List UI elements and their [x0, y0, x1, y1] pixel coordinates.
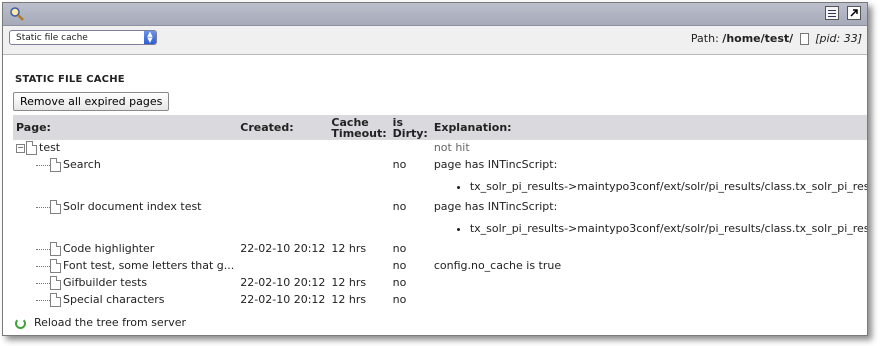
dirty-cell: no: [392, 242, 407, 255]
created-cell: 22-02-10 20:12: [240, 276, 326, 289]
module-frame: Static file cache ▲ ▼ Path: /home/test/ […: [2, 2, 868, 336]
page-title[interactable]: Special characters: [63, 293, 165, 306]
page-icon[interactable]: [26, 141, 37, 155]
list-view-icon[interactable]: [825, 6, 839, 20]
dirty-cell: no: [392, 200, 407, 213]
timeout-cell: [328, 157, 389, 199]
explanation-cell: [431, 292, 867, 309]
page-icon[interactable]: [50, 293, 61, 307]
page-title[interactable]: Solr document index test: [63, 200, 202, 213]
page-cell: Gifbuilder tests: [13, 275, 237, 292]
page-icon[interactable]: [50, 259, 61, 273]
explanation-bullet: tx_solr_pi_results->maintypo3conf/ext/so…: [470, 219, 867, 239]
cache-table: Page: Created: Cache Timeout: is Dirty: …: [13, 115, 867, 309]
page-title[interactable]: Font test, some letters that g...: [63, 259, 234, 272]
page-icon[interactable]: [50, 276, 61, 290]
page-cell: Code highlighter: [13, 241, 237, 258]
page-cell: Search: [13, 157, 237, 199]
col-page-header: Page:: [13, 115, 238, 140]
created-cell: [237, 140, 328, 157]
table-row: Search no page has INTincScript: tx_solr…: [13, 157, 867, 199]
timeout-cell: [328, 258, 389, 275]
tree-line: [36, 207, 50, 208]
timeout-cell: 12 hrs: [331, 293, 367, 306]
table-row: Special characters 22-02-10 20:12 12 hrs…: [13, 292, 867, 309]
col-timeout-header: Cache Timeout:: [328, 115, 390, 140]
explanation-cell: page has INTincScript: tx_solr_pi_result…: [431, 157, 867, 199]
reload-tree-label[interactable]: Reload the tree from server: [34, 316, 186, 329]
page-title[interactable]: Code highlighter: [63, 242, 154, 255]
page-cell: − test: [13, 140, 237, 157]
page-icon[interactable]: [50, 242, 61, 256]
tree-line: [36, 249, 50, 250]
created-cell: [237, 157, 328, 199]
dirty-cell: no: [392, 259, 407, 272]
doc-header: Static file cache ▲ ▼ Path: /home/test/ […: [3, 26, 867, 55]
page-title[interactable]: Search: [63, 158, 101, 171]
table-row: Code highlighter 22-02-10 20:12 12 hrs n…: [13, 241, 867, 258]
path-value: /home/test/: [722, 32, 794, 45]
created-cell: 22-02-10 20:12: [240, 242, 326, 255]
collapse-icon[interactable]: −: [16, 144, 25, 153]
dirty-cell: [390, 140, 431, 157]
explanation-cell: [431, 275, 867, 292]
section-title: STATIC FILE CACHE: [15, 74, 125, 85]
top-toolbar: [3, 3, 867, 26]
explanation-cell: not hit: [433, 141, 470, 154]
module-content: STATIC FILE CACHE Remove all expired pag…: [3, 55, 867, 335]
tree-line: [36, 165, 50, 166]
function-menu-value: Static file cache: [16, 33, 88, 43]
reload-tree-link[interactable]: Reload the tree from server: [15, 316, 186, 329]
tree-line: [36, 300, 50, 301]
timeout-cell: [328, 140, 389, 157]
dirty-cell: no: [392, 158, 407, 171]
page-title[interactable]: Gifbuilder tests: [63, 276, 147, 289]
explanation-text: page has INTincScript:: [433, 200, 558, 213]
path-info: Path: /home/test/ [pid: 33]: [691, 32, 862, 45]
col-created-header: Created:: [237, 115, 329, 140]
table-row: Solr document index test no page has INT…: [13, 199, 867, 241]
explanation-text: page has INTincScript:: [433, 158, 558, 171]
created-cell: 22-02-10 20:12: [240, 293, 326, 306]
page-cell: Special characters: [13, 292, 237, 309]
col-explanation-header: Explanation:: [430, 115, 867, 140]
page-id: [pid: 33]: [815, 32, 862, 45]
table-row: Gifbuilder tests 22-02-10 20:12 12 hrs n…: [13, 275, 867, 292]
dirty-cell: no: [392, 276, 407, 289]
timeout-cell: [328, 199, 389, 241]
created-cell: [237, 199, 328, 241]
page-title[interactable]: test: [39, 141, 60, 154]
zoom-icon[interactable]: [9, 6, 25, 22]
table-row: − test not hit: [13, 140, 867, 157]
timeout-cell: 12 hrs: [331, 242, 367, 255]
explanation-cell: page has INTincScript: tx_solr_pi_result…: [431, 199, 867, 241]
table-header-row: Page: Created: Cache Timeout: is Dirty: …: [13, 115, 867, 140]
open-new-window-icon[interactable]: [847, 6, 861, 20]
table-row: Font test, some letters that g... no con…: [13, 258, 867, 275]
page-cell: Solr document index test: [13, 199, 237, 241]
page-icon[interactable]: [50, 200, 61, 214]
page-cell: Font test, some letters that g...: [13, 258, 237, 275]
explanation-cell: [431, 241, 867, 258]
col-dirty-header: is Dirty:: [389, 115, 431, 140]
timeout-cell: 12 hrs: [331, 276, 367, 289]
created-cell: [237, 258, 328, 275]
explanation-bullet: tx_solr_pi_results->maintypo3conf/ext/so…: [470, 177, 867, 197]
path-label: Path:: [690, 32, 719, 45]
page-icon[interactable]: [50, 158, 61, 172]
tree-line: [36, 266, 50, 267]
function-menu-select[interactable]: Static file cache ▲ ▼: [9, 30, 157, 45]
tree-line: [36, 283, 50, 284]
remove-expired-button[interactable]: Remove all expired pages: [13, 92, 170, 111]
explanation-cell: config.no_cache is true: [433, 259, 562, 272]
dirty-cell: no: [392, 293, 407, 306]
refresh-icon[interactable]: [15, 317, 26, 329]
page-icon[interactable]: [799, 33, 809, 45]
select-arrows-icon: ▲ ▼: [144, 31, 156, 44]
